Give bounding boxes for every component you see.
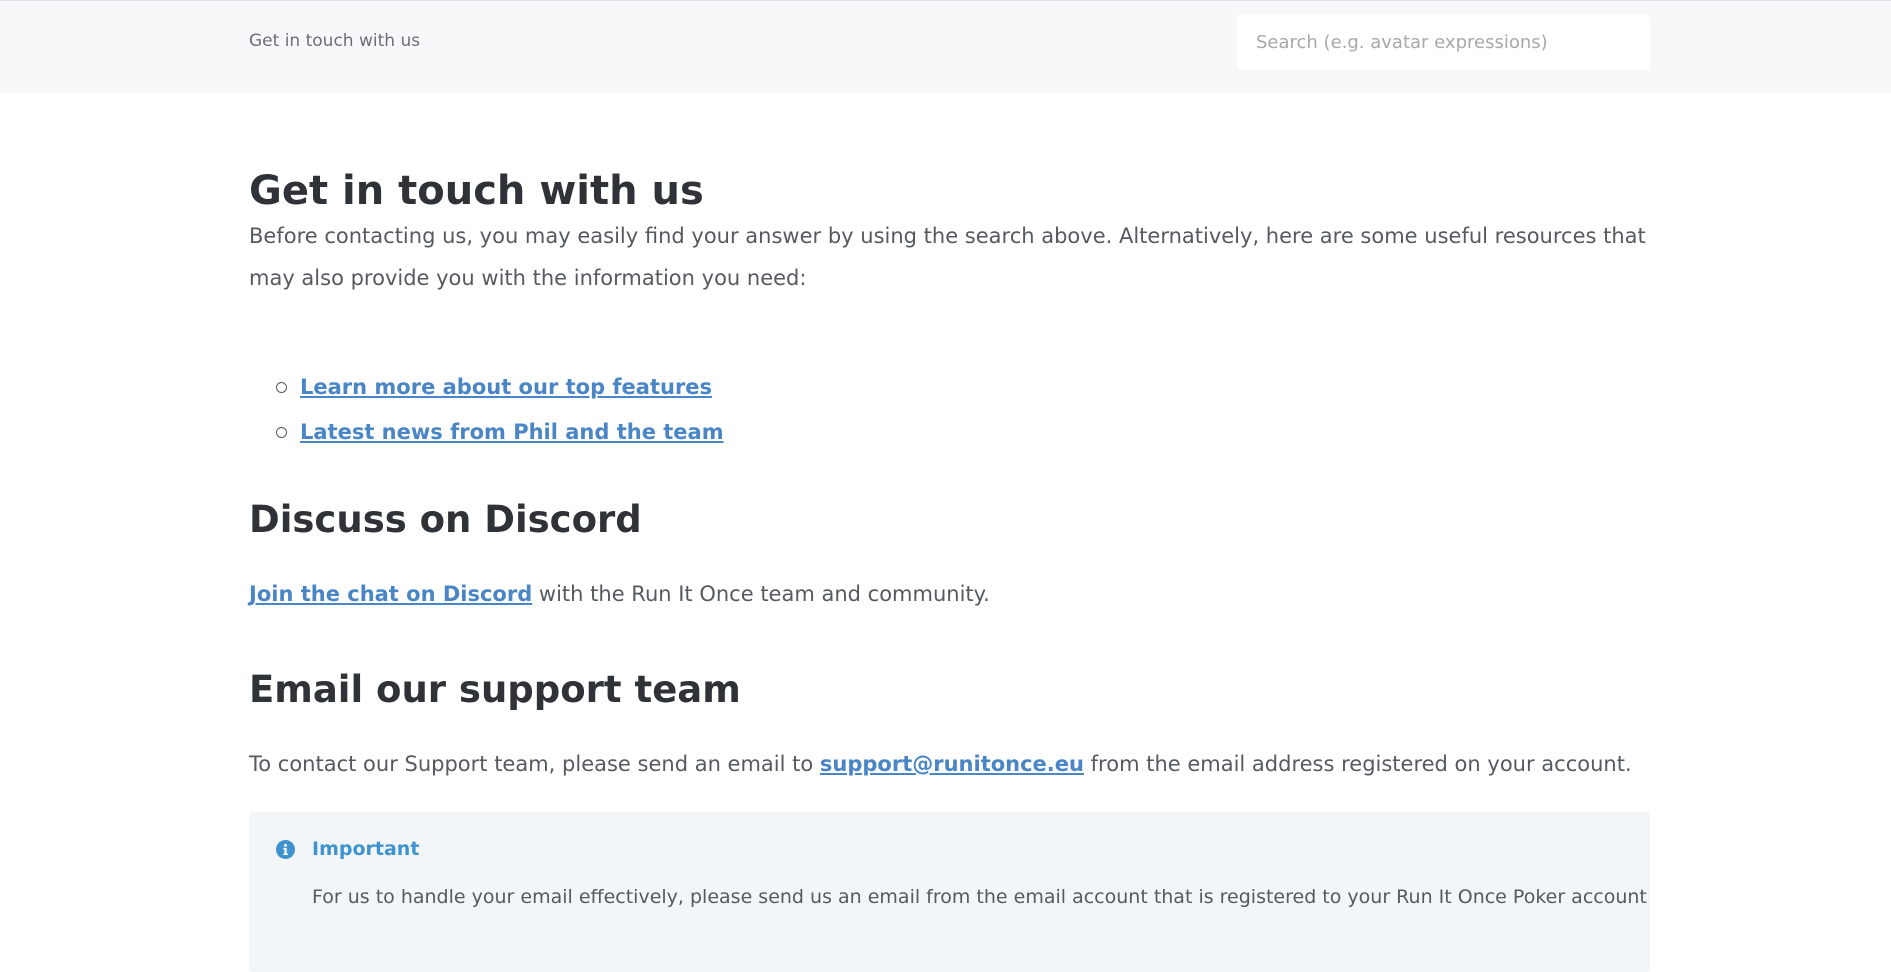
discord-text: with the Run It Once team and community.	[532, 582, 990, 606]
important-callout: Important For us to handle your email ef…	[249, 812, 1650, 972]
callout-title: Important	[312, 838, 420, 860]
list-item: Learn more about our top features	[249, 365, 724, 410]
resource-list: Learn more about our top features Latest…	[249, 365, 724, 455]
email-support-heading: Email our support team	[249, 668, 741, 711]
discord-heading: Discuss on Discord	[249, 498, 642, 541]
info-circle-icon	[276, 840, 295, 859]
search-input[interactable]	[1237, 14, 1650, 70]
support-email-link[interactable]: support@runitonce.eu	[820, 752, 1084, 776]
latest-news-link[interactable]: Latest news from Phil and the team	[300, 420, 724, 444]
callout-text: For us to handle your email effectively,…	[312, 886, 1647, 908]
discord-chat-link[interactable]: Join the chat on Discord	[249, 582, 532, 606]
top-features-link[interactable]: Learn more about our top features	[300, 375, 712, 399]
email-text-before: To contact our Support team, please send…	[249, 752, 820, 776]
list-item: Latest news from Phil and the team	[249, 410, 724, 455]
breadcrumb-current-page[interactable]: Get in touch with us	[249, 31, 420, 51]
discord-paragraph: Join the chat on Discord with the Run It…	[249, 573, 1650, 615]
bullet-circle-icon	[276, 427, 287, 438]
intro-paragraph: Before contacting us, you may easily fin…	[249, 224, 1646, 290]
top-header-bar: Get in touch with us	[0, 0, 1891, 93]
email-text-after: from the email address registered on you…	[1083, 752, 1632, 776]
email-paragraph: To contact our Support team, please send…	[249, 743, 1650, 785]
bullet-circle-icon	[276, 382, 287, 393]
page-title: Get in touch with us	[249, 168, 704, 214]
